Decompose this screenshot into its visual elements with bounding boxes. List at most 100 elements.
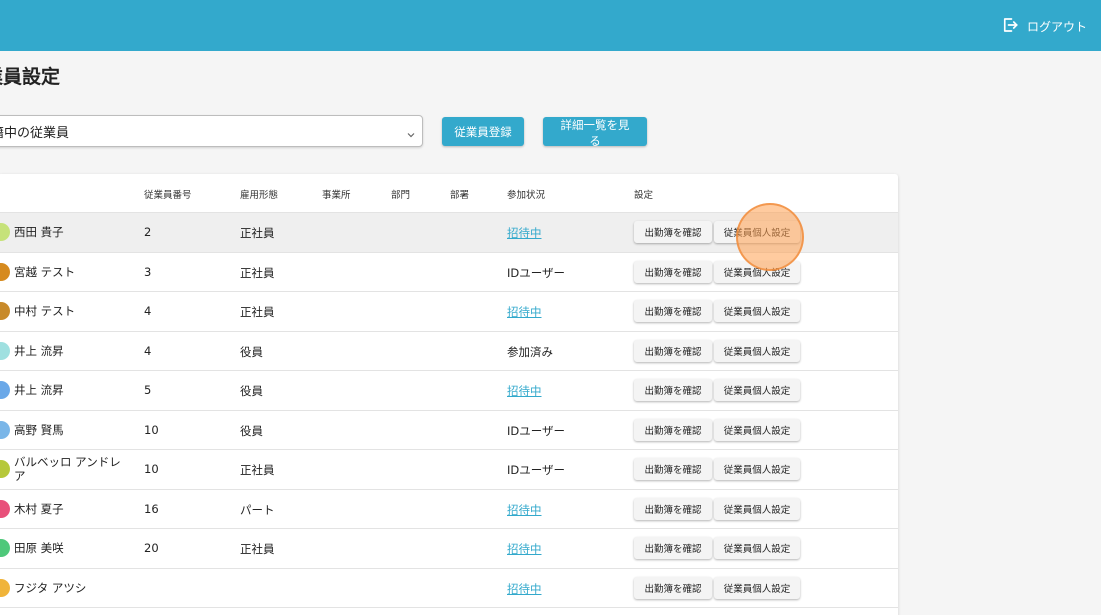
avatar (0, 223, 10, 241)
table-row: 田原 美咲 20 正社員 招待中 出勤簿を確認 従業員個人設定 (0, 529, 898, 569)
check-attendance-button[interactable]: 出勤簿を確認 (634, 221, 712, 243)
employee-name: バルベッロ アンドレア (14, 455, 121, 483)
employment-type: 正社員 (240, 463, 275, 477)
employment-type: 正社員 (240, 305, 275, 319)
column-header-number: 従業員番号 (144, 190, 192, 201)
table-row: 西田 貴子 2 正社員 招待中 出勤簿を確認 従業員個人設定 (0, 213, 898, 253)
status-text: IDユーザー (507, 463, 566, 477)
personal-settings-button[interactable]: 従業員個人設定 (714, 260, 800, 283)
table-row: 中村 テスト 4 正社員 招待中 出勤簿を確認 従業員個人設定 (0, 292, 898, 332)
employee-name-cell: 井上 流昇 (0, 381, 64, 399)
column-header-status: 参加状況 (507, 190, 546, 201)
table-row: 井上 流昇 4 役員 参加済み 出勤簿を確認 従業員個人設定 (0, 332, 898, 371)
chevron-down-icon (406, 125, 416, 138)
column-header-division: 部門 (391, 190, 411, 201)
avatar (0, 420, 10, 439)
status-invite-link[interactable]: 招待中 (507, 502, 542, 518)
status-text: IDユーザー (507, 265, 566, 280)
check-attendance-button[interactable]: 出勤簿を確認 (634, 300, 712, 322)
employee-number: 10 (144, 422, 159, 437)
status-invite-link[interactable]: 招待中 (507, 581, 542, 597)
personal-settings-button[interactable]: 従業員個人設定 (714, 300, 800, 322)
employee-number: 3 (144, 264, 152, 279)
check-attendance-button[interactable]: 出勤簿を確認 (634, 418, 712, 441)
avatar (0, 341, 10, 360)
employee-number: 16 (144, 501, 159, 516)
employee-number: 4 (144, 304, 152, 318)
avatar (0, 381, 10, 399)
employee-name-cell: 中村 テスト (0, 302, 76, 320)
register-employee-button[interactable]: 従業員登録 (442, 117, 524, 146)
employee-table: 従業員番号 雇用形態 事業所 部門 部署 参加状況 設定 西田 貴子 2 正社員 招待… (0, 174, 898, 615)
avatar (0, 578, 10, 597)
employee-name-cell: フジタ アツシ (0, 578, 87, 597)
column-header-settings: 設定 (634, 190, 654, 201)
employment-type: 役員 (240, 423, 263, 438)
employment-type: 正社員 (240, 265, 275, 280)
check-attendance-button[interactable]: 出勤簿を確認 (634, 339, 712, 362)
table-row: フジタ アツシ 招待中 出勤簿を確認 従業員個人設定 (0, 569, 898, 608)
column-header-department: 部署 (450, 190, 470, 201)
check-attendance-button[interactable]: 出勤簿を確認 (634, 260, 712, 283)
app-header: ログアウト (0, 0, 1101, 51)
employee-filter-select[interactable]: 籍中の従業員 (0, 115, 423, 147)
table-row: 高野 賢馬 10 役員 IDユーザー 出勤簿を確認 従業員個人設定 (0, 411, 898, 450)
personal-settings-button[interactable]: 従業員個人設定 (714, 418, 800, 441)
table-row: 木村 夏子 16 パート 招待中 出勤簿を確認 従業員個人設定 (0, 490, 898, 529)
check-attendance-button[interactable]: 出勤簿を確認 (634, 458, 712, 480)
employee-name: 西田 貴子 (14, 225, 64, 239)
avatar (0, 499, 10, 518)
employee-name: 高野 賢馬 (14, 422, 64, 437)
employee-number: 4 (144, 343, 152, 358)
employee-name-cell: 木村 夏子 (0, 499, 64, 518)
employee-name-cell: バルベッロ アンドレア (0, 455, 129, 483)
avatar (0, 262, 10, 281)
avatar (0, 460, 10, 478)
status-invite-link[interactable]: 招待中 (507, 304, 542, 320)
employee-number: 5 (144, 383, 152, 397)
employee-number: 2 (144, 225, 152, 239)
check-attendance-button[interactable]: 出勤簿を確認 (634, 576, 712, 599)
employee-filter-value: 籍中の従業員 (0, 125, 70, 141)
employment-type: 役員 (240, 344, 263, 359)
status-text: 参加済み (507, 344, 553, 359)
personal-settings-button[interactable]: 従業員個人設定 (714, 497, 800, 520)
personal-settings-button[interactable]: 従業員個人設定 (714, 221, 800, 243)
logout-button[interactable]: ログアウト (1001, 16, 1087, 37)
employee-name: 中村 テスト (14, 304, 76, 318)
personal-settings-button[interactable]: 従業員個人設定 (714, 379, 800, 401)
employee-name-cell: 井上 流昇 (0, 341, 64, 360)
table-header: 従業員番号 雇用形態 事業所 部門 部署 参加状況 設定 (0, 174, 898, 213)
employee-name: 木村 夏子 (14, 501, 64, 516)
personal-settings-button[interactable]: 従業員個人設定 (714, 576, 800, 599)
logout-icon (1001, 16, 1019, 37)
status-invite-link[interactable]: 招待中 (507, 383, 542, 399)
status-invite-link[interactable]: 招待中 (507, 541, 542, 557)
employment-type: 正社員 (240, 542, 275, 556)
table-row: 宮越 テスト 3 正社員 IDユーザー 出勤簿を確認 従業員個人設定 (0, 253, 898, 292)
employee-number: 20 (144, 541, 159, 555)
status-text: IDユーザー (507, 423, 566, 438)
employee-name-cell: 宮越 テスト (0, 262, 76, 281)
employee-name: フジタ アツシ (14, 580, 87, 595)
employment-type: パート (240, 502, 275, 517)
employment-type: 役員 (240, 384, 263, 398)
personal-settings-button[interactable]: 従業員個人設定 (714, 537, 800, 559)
employee-name-cell: 高野 賢馬 (0, 420, 64, 439)
status-invite-link[interactable]: 招待中 (507, 225, 542, 241)
view-details-button[interactable]: 詳細一覧を見る (543, 117, 647, 148)
personal-settings-button[interactable]: 従業員個人設定 (714, 458, 800, 480)
avatar (0, 302, 10, 320)
employee-name-cell: 田原 美咲 (0, 539, 64, 557)
table-row: バルベッロ アンドレア 10 正社員 IDユーザー 出勤簿を確認 従業員個人設定 (0, 450, 898, 490)
avatar (0, 539, 10, 557)
personal-settings-button[interactable]: 従業員個人設定 (714, 339, 800, 362)
check-attendance-button[interactable]: 出勤簿を確認 (634, 379, 712, 401)
employee-name: 宮越 テスト (14, 264, 76, 279)
employee-name: 田原 美咲 (14, 541, 64, 555)
column-header-office: 事業所 (322, 190, 351, 201)
employee-name: 井上 流昇 (14, 343, 64, 358)
employee-name-cell: 西田 貴子 (0, 223, 64, 241)
check-attendance-button[interactable]: 出勤簿を確認 (634, 497, 712, 520)
check-attendance-button[interactable]: 出勤簿を確認 (634, 537, 712, 559)
